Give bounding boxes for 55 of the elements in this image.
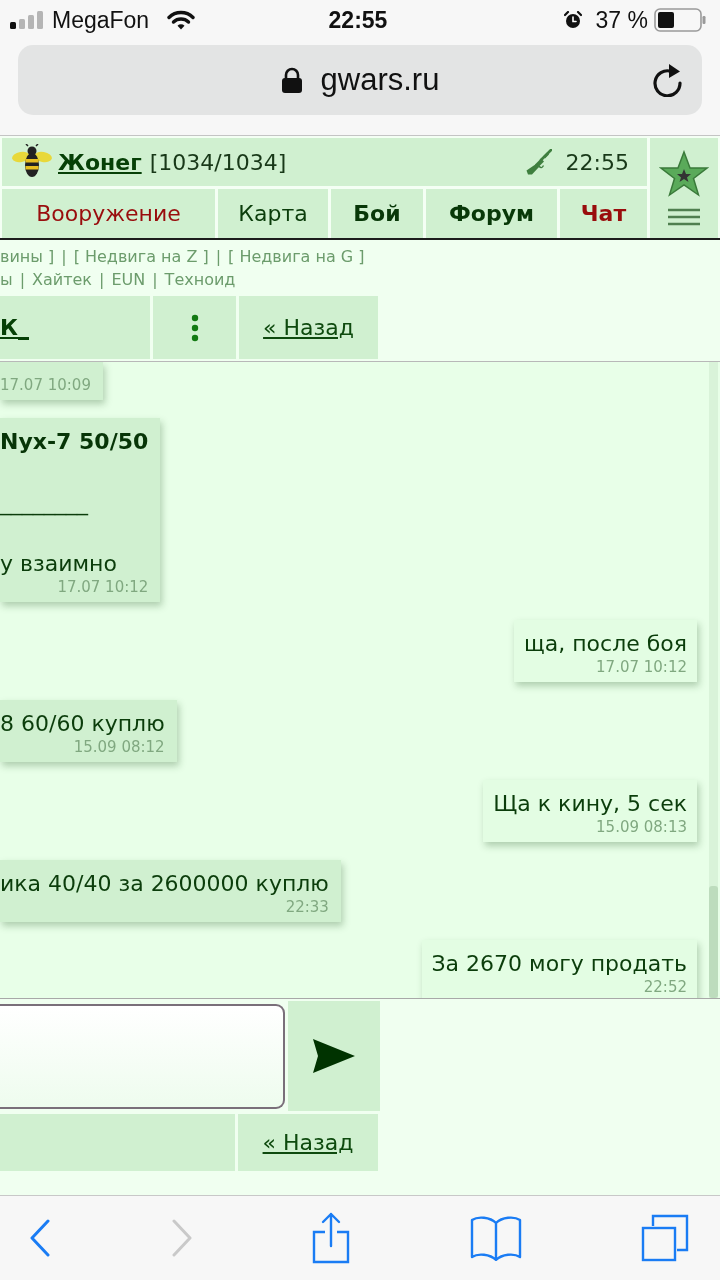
- signal-icon: [10, 11, 44, 29]
- scrollbar-thumb[interactable]: [709, 886, 718, 998]
- wifi-icon: [167, 10, 196, 30]
- link-separator: |: [99, 270, 105, 289]
- share-icon[interactable]: [312, 1212, 350, 1264]
- battery-icon: [654, 8, 706, 32]
- battery-percent: 37 %: [595, 6, 648, 34]
- status-time: 22:55: [328, 6, 388, 34]
- link-separator: |: [215, 247, 222, 266]
- message-text: ика 40/40 за 2600000 куплю: [0, 870, 329, 898]
- rifle-icon: [525, 149, 552, 175]
- link-separator: |: [61, 247, 67, 266]
- message-text: Nyx-7 50/50: [0, 428, 149, 456]
- back-link[interactable]: « Назад: [238, 1114, 378, 1171]
- menu-icon[interactable]: [668, 208, 700, 226]
- lock-icon: [280, 67, 303, 93]
- message-time: 17.07 10:12: [595, 658, 687, 676]
- url-text: gwars.ru: [320, 62, 440, 98]
- alarm-clock-icon: [563, 11, 582, 29]
- carrier-name: MegaFon: [52, 6, 150, 34]
- message-input-field[interactable]: [0, 1004, 285, 1109]
- star-icon[interactable]: [659, 150, 709, 198]
- message-text: 8 60/60 куплю: [0, 710, 165, 738]
- nav-tab[interactable]: Форум: [426, 189, 557, 238]
- message-time: 22:52: [642, 978, 687, 996]
- nav-tab[interactable]: Карта: [218, 189, 328, 238]
- message-text: у взаимно: [0, 550, 118, 578]
- back-icon[interactable]: [29, 1219, 51, 1257]
- player-hp-text: [1034/1034]: [149, 149, 287, 175]
- send-icon: [313, 1039, 355, 1073]
- message-text: ________: [0, 489, 90, 517]
- message-time: 17.07 10:09: [0, 376, 91, 394]
- message-text: За 2670 могу продать: [431, 950, 687, 978]
- message-time: 15.09 08:12: [72, 738, 165, 756]
- address-field[interactable]: gwars.ru: [18, 45, 702, 115]
- contact-link[interactable]: К_: [0, 296, 150, 359]
- message-time: 17.07 10:12: [56, 578, 149, 596]
- message-time: 15.09 08:13: [595, 818, 687, 836]
- message-text: ща, после боя: [524, 630, 687, 658]
- link-separator: |: [152, 270, 158, 289]
- nav-tab[interactable]: Чат: [560, 189, 647, 238]
- message-text: Ща к кину, 5 сек: [493, 790, 687, 818]
- message-time: 22:33: [284, 898, 329, 916]
- back-link[interactable]: « Назад: [239, 296, 378, 359]
- book-icon[interactable]: [469, 1215, 522, 1261]
- server-time: 22:55: [565, 149, 629, 175]
- nav-tab[interactable]: Бой: [331, 189, 423, 238]
- player-name-link[interactable]: Жонег: [58, 149, 142, 175]
- link-separator: |: [19, 270, 26, 289]
- send-button[interactable]: [288, 1001, 380, 1111]
- bee-icon: [12, 144, 52, 180]
- nav-tab[interactable]: Вооружение: [2, 189, 215, 238]
- reload-icon[interactable]: [652, 63, 684, 97]
- tabs-icon[interactable]: [641, 1214, 689, 1262]
- more-icon: [190, 313, 199, 342]
